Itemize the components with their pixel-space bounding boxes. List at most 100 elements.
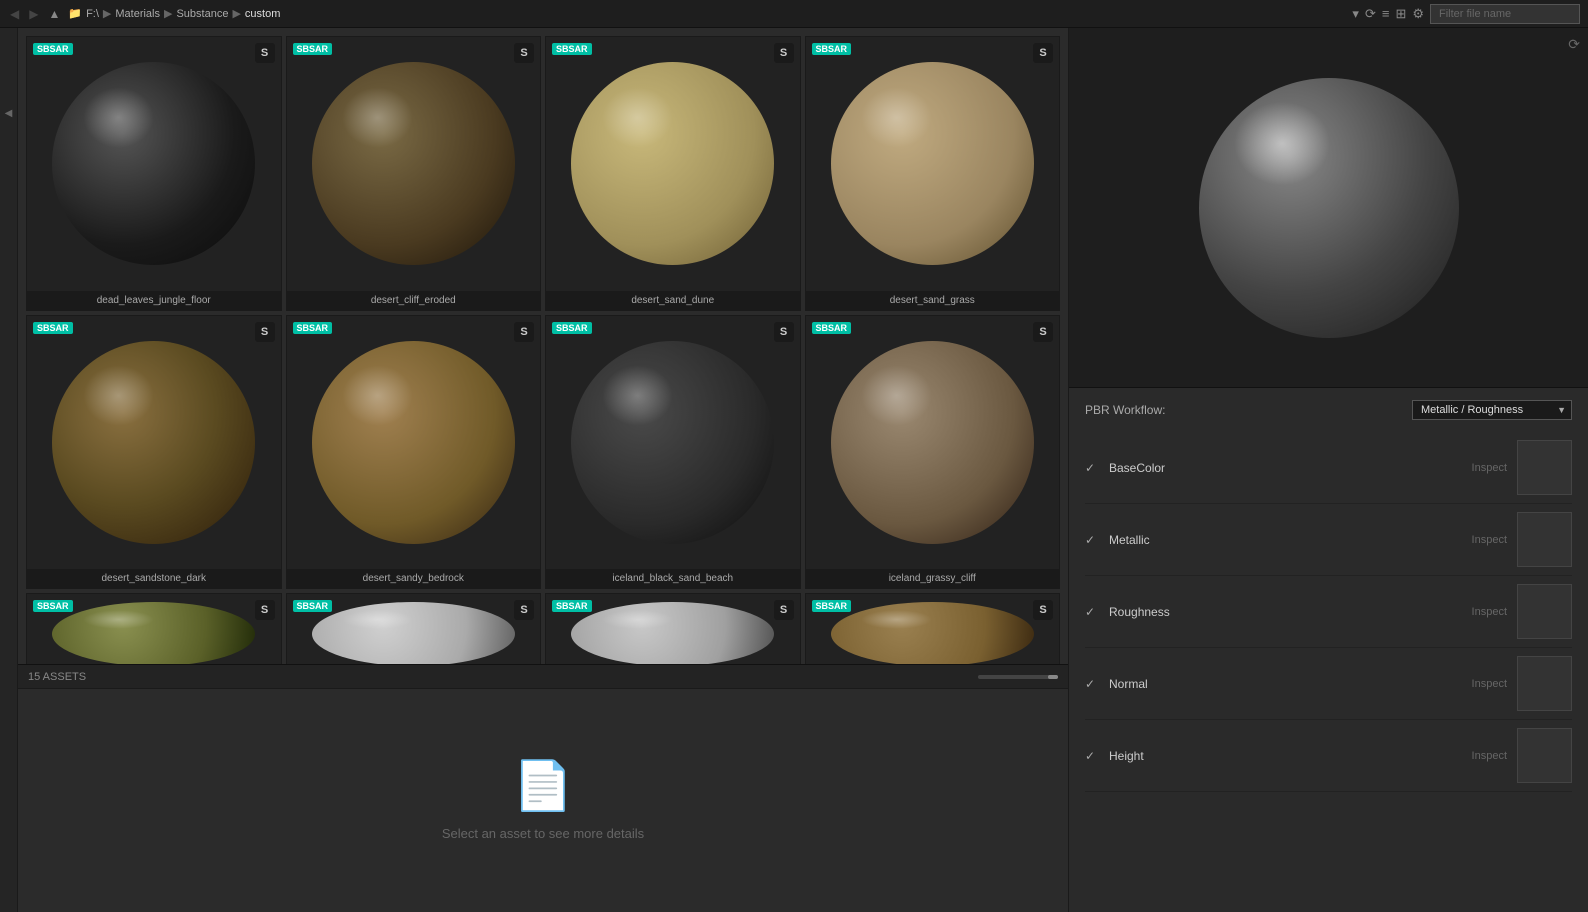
asset-thumbnail: SBSAR S bbox=[27, 37, 281, 291]
breadcrumb-folder-icon: 📁 bbox=[68, 7, 82, 20]
channel-check-normal[interactable]: ✓ bbox=[1085, 677, 1099, 691]
asset-item[interactable]: SBSARSdesert_sand_grass bbox=[805, 36, 1061, 311]
substance-icon: S bbox=[514, 43, 534, 63]
channel-check-metallic[interactable]: ✓ bbox=[1085, 533, 1099, 547]
channel-preview-height bbox=[1517, 728, 1572, 783]
main-layout: ◀ SBSARSdead_leaves_jungle_floorSBSARSde… bbox=[0, 28, 1588, 912]
channel-preview-metallic bbox=[1517, 512, 1572, 567]
asset-name: desert_sandy_bedrock bbox=[287, 569, 541, 588]
sbsar-badge: SBSAR bbox=[293, 600, 333, 612]
list-view-icon[interactable]: ≡ bbox=[1382, 6, 1390, 21]
asset-sphere bbox=[571, 62, 774, 265]
channel-inspect-height[interactable]: Inspect bbox=[1457, 750, 1507, 762]
preview-refresh-icon[interactable]: ⟳ bbox=[1568, 36, 1580, 53]
asset-item[interactable]: SBSAR Sdesert_sandy_bedrock bbox=[286, 315, 542, 590]
asset-grid-container[interactable]: SBSARSdead_leaves_jungle_floorSBSARSdese… bbox=[18, 28, 1068, 664]
asset-name: iceland_black_sand_beach bbox=[546, 569, 800, 588]
sidebar-collapse-button[interactable]: ◀ bbox=[3, 108, 14, 119]
breadcrumb-part-2[interactable]: Materials bbox=[115, 8, 160, 20]
asset-sphere bbox=[52, 62, 255, 265]
settings-icon[interactable]: ⚙ bbox=[1412, 6, 1424, 22]
channel-check-basecolor[interactable]: ✓ bbox=[1085, 461, 1099, 475]
breadcrumb-part-1[interactable]: F:\ bbox=[86, 8, 99, 20]
status-bar: 15 ASSETS bbox=[18, 664, 1068, 688]
asset-thumbnail: SBSARS bbox=[27, 594, 281, 664]
nav-up-button[interactable]: ▲ bbox=[46, 7, 62, 21]
asset-item[interactable]: SBSARS bbox=[805, 593, 1061, 664]
sbsar-badge: SBSAR bbox=[33, 322, 73, 334]
channel-preview-roughness bbox=[1517, 584, 1572, 639]
substance-icon: S bbox=[255, 43, 275, 63]
asset-thumbnail: SBSAR S bbox=[546, 37, 800, 291]
substance-icon: S bbox=[1033, 322, 1053, 342]
sbsar-badge: SBSAR bbox=[33, 43, 73, 55]
asset-item[interactable]: SBSARSdesert_sandstone_dark bbox=[26, 315, 282, 590]
asset-thumbnail: SBSAR S bbox=[27, 316, 281, 570]
channel-row-basecolor: ✓ BaseColor Inspect bbox=[1085, 432, 1572, 504]
top-bar: ◀ ▶ ▲ 📁 F:\ ▶ Materials ▶ Substance ▶ cu… bbox=[0, 0, 1588, 28]
asset-thumbnail: SBSARS bbox=[806, 316, 1060, 570]
channel-check-roughness[interactable]: ✓ bbox=[1085, 605, 1099, 619]
channel-inspect-basecolor[interactable]: Inspect bbox=[1457, 462, 1507, 474]
asset-sphere bbox=[831, 341, 1034, 544]
grid-view-icon[interactable]: ⊞ bbox=[1395, 6, 1406, 22]
asset-sphere bbox=[312, 341, 515, 544]
preview-sphere bbox=[1199, 78, 1459, 338]
substance-icon: S bbox=[255, 322, 275, 342]
asset-item[interactable]: SBSARSiceland_black_sand_beach bbox=[545, 315, 801, 590]
asset-thumbnail: SBSARS bbox=[546, 316, 800, 570]
substance-icon: S bbox=[514, 322, 534, 342]
asset-item[interactable]: SBSARSdesert_cliff_eroded bbox=[286, 36, 542, 311]
channel-name-metallic: Metallic bbox=[1109, 533, 1447, 547]
asset-item[interactable]: SBSARS bbox=[545, 593, 801, 664]
filter-input[interactable] bbox=[1430, 4, 1580, 24]
empty-icon: 📄 bbox=[513, 757, 573, 814]
asset-sphere bbox=[52, 341, 255, 544]
pbr-workflow-dropdown[interactable]: Metallic / Roughness Specular / Glossine… bbox=[1412, 400, 1572, 420]
asset-item[interactable]: SBSARSiceland_grassy_cliff bbox=[805, 315, 1061, 590]
nav-back-button[interactable]: ◀ bbox=[8, 7, 21, 21]
substance-icon: S bbox=[774, 43, 794, 63]
dropdown-arrow-icon[interactable]: ▾ bbox=[1352, 6, 1359, 22]
substance-icon: S bbox=[774, 322, 794, 342]
refresh-icon[interactable]: ⟳ bbox=[1365, 6, 1376, 22]
channel-row-roughness: ✓ Roughness Inspect bbox=[1085, 576, 1572, 648]
channel-preview-basecolor bbox=[1517, 440, 1572, 495]
sbsar-badge: SBSAR bbox=[293, 43, 333, 55]
asset-item[interactable]: SBSARS bbox=[26, 593, 282, 664]
channel-preview-normal bbox=[1517, 656, 1572, 711]
asset-thumbnail: SBSARS bbox=[546, 594, 800, 664]
channel-inspect-roughness[interactable]: Inspect bbox=[1457, 606, 1507, 618]
sbsar-badge: SBSAR bbox=[33, 600, 73, 612]
channel-inspect-normal[interactable]: Inspect bbox=[1457, 678, 1507, 690]
breadcrumb-part-3[interactable]: Substance bbox=[176, 8, 228, 20]
asset-name: desert_sand_grass bbox=[806, 291, 1060, 310]
channel-check-height[interactable]: ✓ bbox=[1085, 749, 1099, 763]
channel-inspect-metallic[interactable]: Inspect bbox=[1457, 534, 1507, 546]
asset-sphere bbox=[52, 602, 255, 664]
asset-sphere bbox=[571, 602, 774, 664]
breadcrumb-part-4[interactable]: custom bbox=[245, 8, 280, 20]
asset-item[interactable]: SBSAR Sdead_leaves_jungle_floor bbox=[26, 36, 282, 311]
channel-row-height: ✓HeightInspect bbox=[1085, 720, 1572, 792]
channel-name-basecolor: BaseColor bbox=[1109, 461, 1447, 475]
asset-sphere bbox=[831, 62, 1034, 265]
channel-name-roughness: Roughness bbox=[1109, 605, 1447, 619]
asset-item[interactable]: SBSARS bbox=[286, 593, 542, 664]
scroll-indicator[interactable] bbox=[978, 675, 1058, 679]
asset-grid: SBSARSdead_leaves_jungle_floorSBSARSdese… bbox=[26, 36, 1060, 664]
nav-forward-button[interactable]: ▶ bbox=[27, 7, 40, 21]
asset-item[interactable]: SBSAR Sdesert_sand_dune bbox=[545, 36, 801, 311]
channel-row-metallic: ✓ Metallic Inspect bbox=[1085, 504, 1572, 576]
left-area: SBSARSdead_leaves_jungle_floorSBSARSdese… bbox=[18, 28, 1068, 912]
sbsar-badge: SBSAR bbox=[293, 322, 333, 334]
channel-name-normal: Normal bbox=[1109, 677, 1447, 691]
grid-section: SBSARSdead_leaves_jungle_floorSBSARSdese… bbox=[18, 28, 1068, 688]
asset-name: desert_sand_dune bbox=[546, 291, 800, 310]
asset-thumbnail: SBSARS bbox=[287, 594, 541, 664]
asset-sphere bbox=[312, 62, 515, 265]
substance-icon: S bbox=[1033, 43, 1053, 63]
pbr-dropdown-wrapper[interactable]: Metallic / Roughness Specular / Glossine… bbox=[1412, 400, 1572, 420]
asset-name: dead_leaves_jungle_floor bbox=[27, 291, 281, 310]
sbsar-badge: SBSAR bbox=[552, 43, 592, 55]
